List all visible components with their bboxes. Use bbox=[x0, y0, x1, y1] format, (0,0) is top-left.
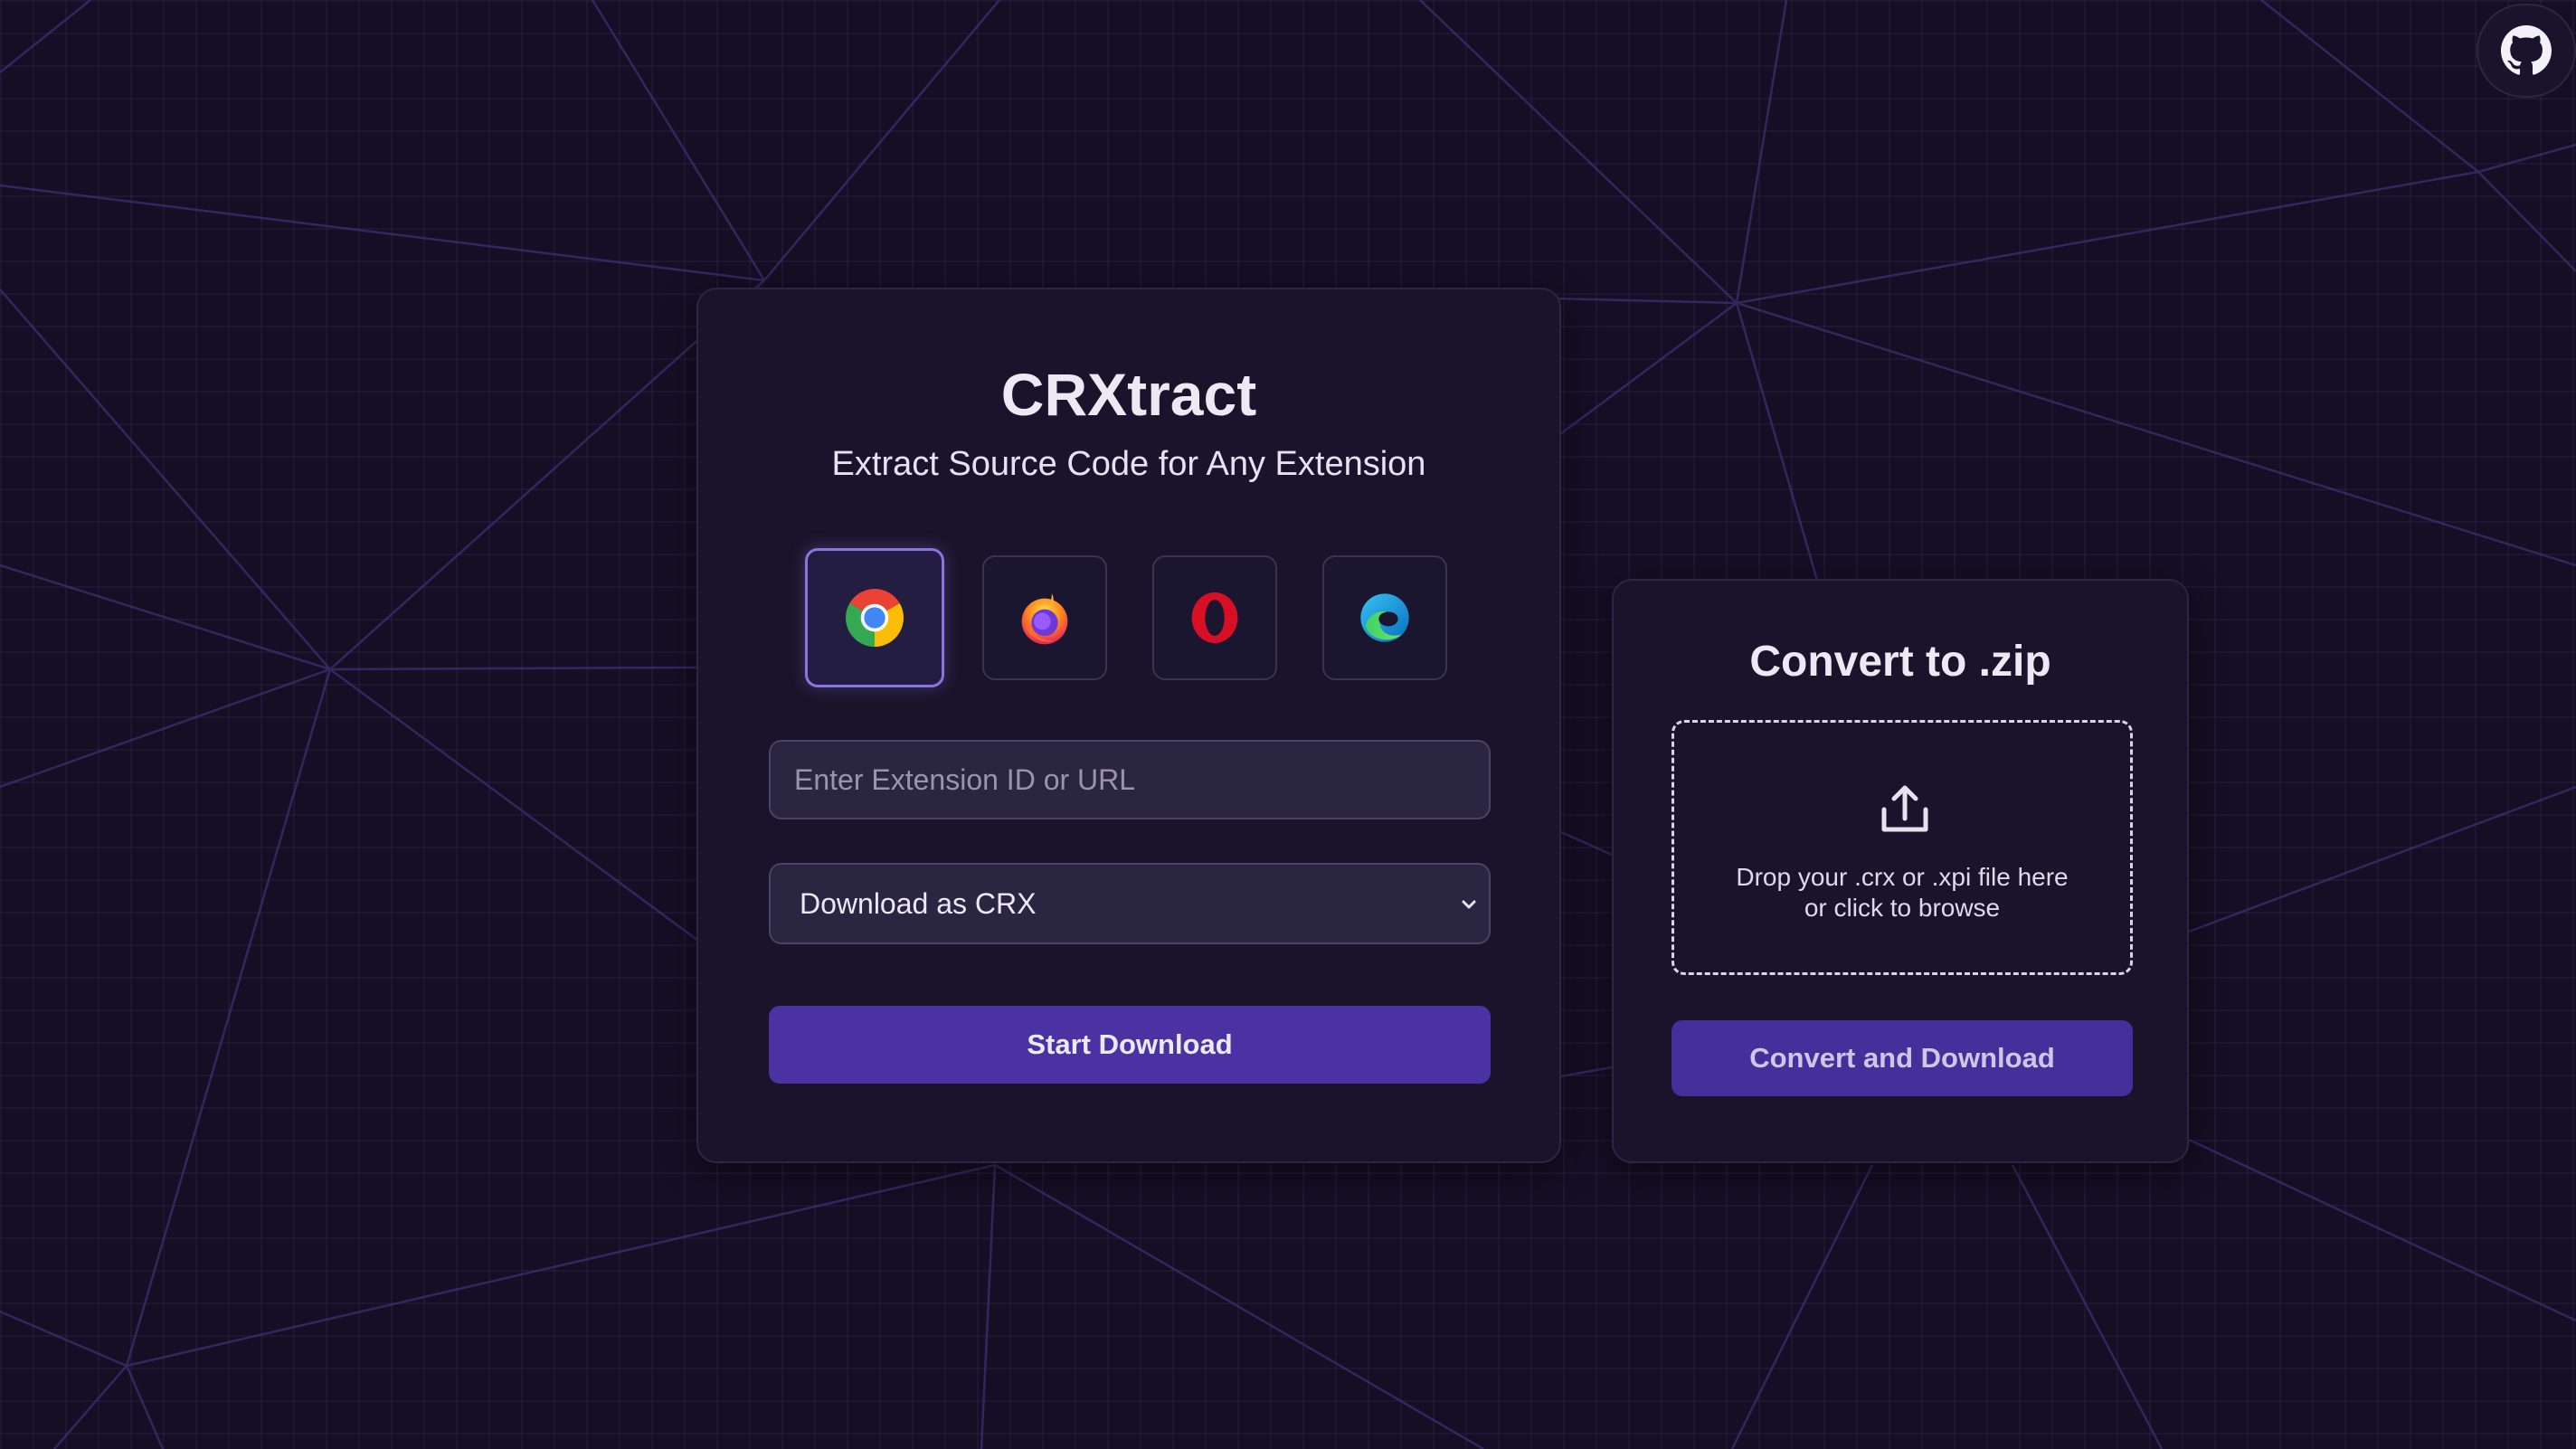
browser-button-chrome[interactable] bbox=[805, 548, 944, 687]
start-download-button[interactable]: Start Download bbox=[769, 1006, 1491, 1084]
convert-title: Convert to .zip bbox=[1749, 638, 2051, 686]
upload-icon bbox=[1881, 785, 1928, 832]
convert-card: Convert to .zip Drop your .crx or .xpi f… bbox=[1612, 579, 2189, 1163]
github-link[interactable] bbox=[2477, 4, 2576, 98]
convert-and-download-button[interactable]: Convert and Download bbox=[1672, 1020, 2133, 1096]
chevron-down-icon bbox=[1462, 900, 1476, 909]
app-subtitle: Extract Source Code for Any Extension bbox=[831, 445, 1426, 483]
firefox-icon bbox=[1021, 593, 1068, 645]
browser-button-opera[interactable] bbox=[1152, 555, 1277, 680]
dropzone-text: Drop your .crx or .xpi file here or clic… bbox=[1736, 863, 2069, 922]
extension-id-input[interactable] bbox=[769, 740, 1491, 819]
app-title: CRXtract bbox=[1000, 361, 1257, 428]
download-format-value: Download as CRX bbox=[800, 886, 1037, 920]
download-format-select[interactable]: Download as CRX bbox=[769, 863, 1491, 944]
browser-button-edge[interactable] bbox=[1322, 555, 1447, 680]
edge-icon bbox=[1360, 593, 1409, 642]
file-dropzone[interactable]: Drop your .crx or .xpi file here or clic… bbox=[1672, 720, 2133, 975]
github-icon bbox=[2501, 25, 2552, 75]
download-card: CRXtract Extract Source Code for Any Ext… bbox=[696, 288, 1561, 1163]
chrome-icon bbox=[845, 589, 904, 648]
opera-icon bbox=[1191, 592, 1238, 643]
browser-button-firefox[interactable] bbox=[982, 555, 1107, 680]
